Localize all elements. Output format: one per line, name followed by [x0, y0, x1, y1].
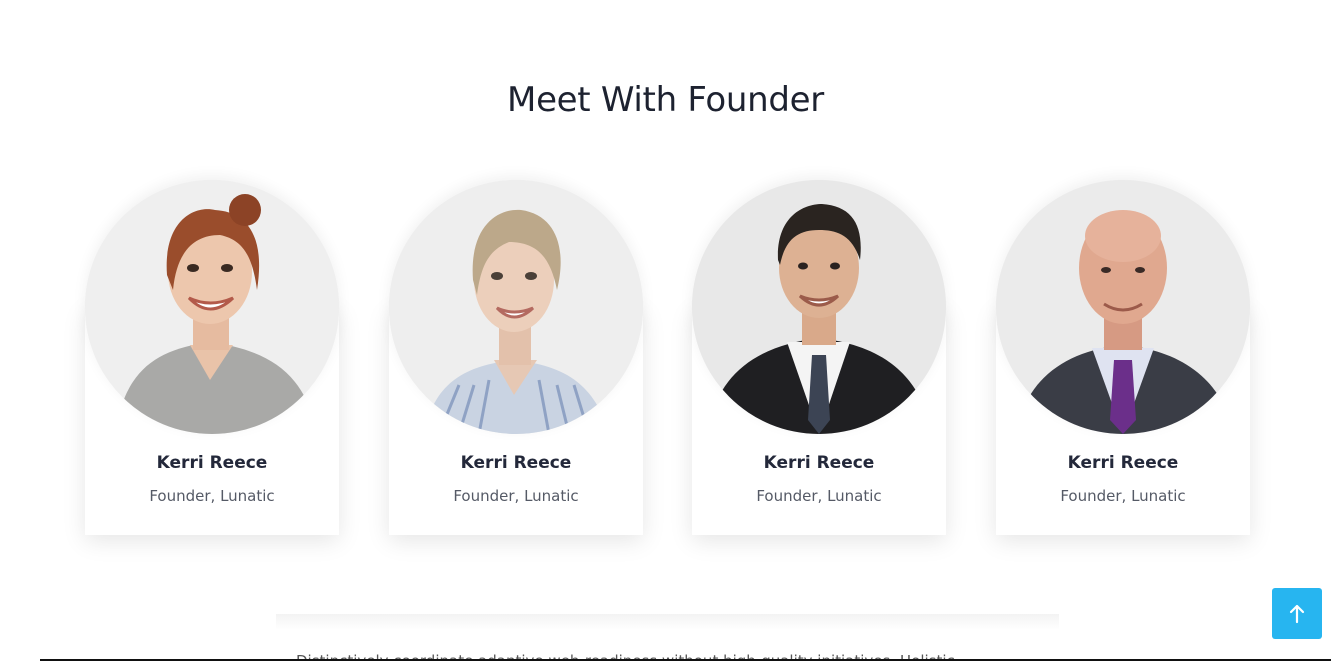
founder-card[interactable]: Kerri Reece Founder, Lunatic: [692, 180, 946, 535]
founder-role: Founder, Lunatic: [756, 487, 882, 505]
founder-photo: [85, 180, 339, 434]
founder-photo: [692, 180, 946, 434]
arrow-up-icon: [1289, 604, 1305, 623]
founder-card[interactable]: Kerri Reece Founder, Lunatic: [85, 180, 339, 535]
scroll-to-top-button[interactable]: [1272, 588, 1322, 639]
founder-role: Founder, Lunatic: [1060, 487, 1186, 505]
man-suit-portrait-icon: [692, 180, 946, 434]
founder-role: Founder, Lunatic: [453, 487, 579, 505]
founder-name: Kerri Reece: [460, 453, 572, 473]
bald-man-suit-portrait-icon: [996, 180, 1250, 434]
founder-photo: [996, 180, 1250, 434]
woman-blonde-portrait-icon: [389, 180, 643, 434]
founder-photo: [389, 180, 643, 434]
founder-cards: Kerri Reece Founder, Lunatic Kerri Reece…: [85, 180, 1250, 536]
founder-card[interactable]: Kerri Reece Founder, Lunatic: [996, 180, 1250, 535]
woman-smiling-portrait-icon: [85, 180, 339, 434]
founder-card[interactable]: Kerri Reece Founder, Lunatic: [389, 180, 643, 535]
founder-name: Kerri Reece: [156, 453, 268, 473]
founder-name: Kerri Reece: [1067, 453, 1179, 473]
founder-role: Founder, Lunatic: [149, 487, 275, 505]
founder-name: Kerri Reece: [763, 453, 875, 473]
section-title: Meet With Founder: [507, 80, 824, 120]
